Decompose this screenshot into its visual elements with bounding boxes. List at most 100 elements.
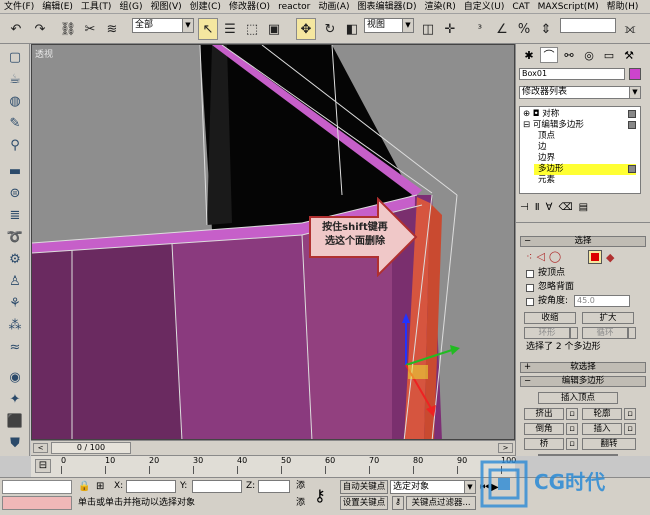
outline-settings-icon[interactable]: ▫ [624,408,636,420]
helix-icon[interactable]: ➰ [5,228,25,246]
shapes-icon[interactable]: ✎ [5,114,25,132]
selection-filter-dropdown[interactable]: 全部 ▼ [132,18,194,33]
rect-selection-icon[interactable]: ⬚ [242,18,262,40]
bind-spacewarp-icon[interactable]: ≋ [102,18,122,40]
add-time-tag[interactable]: 添 [296,480,305,493]
inset-settings-icon[interactable]: ▫ [624,423,636,435]
rotate-icon[interactable]: ↻ [320,18,340,40]
sphere-icon[interactable]: ◍ [5,92,25,110]
auto-key-button[interactable]: 自动关键点 [340,480,388,494]
create-tab-icon[interactable]: ✱ [520,47,538,63]
flip-button[interactable]: 翻转 [582,438,636,450]
rollout-edit-polygons[interactable]: − 编辑多边形 [520,376,646,387]
stack-item-polygon[interactable]: 多边形 [534,164,636,175]
ring-spinner[interactable] [570,327,578,339]
polygon-mode-icon[interactable] [588,250,602,264]
display-tab-icon[interactable]: ▭ [600,47,618,63]
create-icon[interactable]: ▢ [5,48,25,66]
menu-item[interactable]: 视图(V) [146,0,185,14]
modify-tab-icon[interactable]: ⌒ [540,47,558,63]
key-icon[interactable]: ⚷ [314,486,326,505]
y-coord-field[interactable] [192,480,242,493]
wave-icon[interactable]: ≈ [5,338,25,356]
teapot-icon[interactable]: ☕ [5,70,25,88]
named-selection-sets[interactable] [560,18,616,33]
stack-item-element[interactable]: 元素 [538,175,555,186]
track-bar[interactable]: ⊟ 0 10 20 30 40 50 60 70 80 90 100 [31,455,516,477]
extrude-button[interactable]: 挤出 [524,408,564,420]
set-key-button[interactable]: 设置关键点 [340,496,388,510]
link-icon[interactable]: ⛓ [58,18,78,40]
snap-3d-icon[interactable]: ᶟ [470,18,490,40]
menu-item[interactable]: CAT [508,0,533,14]
select-manipulate-icon[interactable]: ✛ [440,18,460,40]
menu-item[interactable]: 创建(C) [186,0,225,14]
edge-mode-icon[interactable]: ◁ [536,250,548,263]
key-filters-button[interactable]: 关键点过滤器... [406,496,476,510]
mirror-icon[interactable]: ⟗ [620,18,640,40]
bevel-settings-icon[interactable]: ▫ [566,423,578,435]
menu-item[interactable]: 图表编辑器(D) [354,0,421,14]
stack-toggle-icon[interactable] [628,165,636,173]
key-mode-dropdown[interactable]: 选定对象 ▼ [390,480,476,494]
maxscript-mini-listener[interactable] [2,496,72,510]
pin-stack-icon[interactable]: ⊣ [520,202,535,213]
hierarchy-tab-icon[interactable]: ⚯ [560,47,578,63]
biped-icon[interactable]: ♙ [5,272,25,290]
frame-indicator[interactable]: 0 / 100 [51,442,131,454]
time-slider[interactable]: < 0 / 100 > [31,440,515,455]
spring-icon[interactable]: ≣ [5,206,25,224]
redo-icon[interactable]: ↷ [30,18,50,40]
helper-icon[interactable]: ⬛ [5,412,25,430]
menu-item[interactable]: reactor [274,0,314,14]
make-unique-icon[interactable]: ∀ [546,202,559,213]
rollout-soft-selection[interactable]: + 软选择 [520,362,646,373]
remove-modifier-icon[interactable]: ⌫ [558,202,578,213]
character-icon[interactable]: ⚘ [5,294,25,312]
next-frame-icon[interactable]: > [498,443,513,453]
menu-item[interactable]: MAXScript(M) [534,0,603,14]
cylinder-icon[interactable]: ⊜ [5,184,25,202]
stack-toggle-icon[interactable] [628,110,636,118]
element-mode-icon[interactable]: ◆ [606,251,614,264]
configure-icon[interactable]: ▤ [579,202,594,213]
key-icon-small[interactable]: ⚷ [392,496,404,510]
by-angle-checkbox[interactable] [526,298,534,306]
menu-item[interactable]: 修改器(O) [225,0,274,14]
stack-item-symmetry[interactable]: ⊕ ◘ 对称 [523,109,559,120]
rollout-selection[interactable]: − 选择 [520,236,646,247]
particles-icon[interactable]: ⁂ [5,316,25,334]
camera-icon[interactable]: ◉ [5,368,25,386]
loop-button[interactable]: 循环 [582,327,628,339]
menu-item[interactable]: 动画(A) [314,0,353,14]
motion-tab-icon[interactable]: ◎ [580,47,598,63]
object-color-swatch[interactable] [629,68,641,80]
select-object-icon[interactable]: ↖ [198,18,218,40]
window-crossing-icon[interactable]: ▣ [264,18,284,40]
stack-item-editable-poly[interactable]: ⊟ 可编辑多边形 [523,120,584,131]
angle-spinner[interactable]: 45.0 [574,295,630,307]
track-view-icon[interactable]: ⊟ [35,459,51,473]
show-end-result-icon[interactable]: Ⅱ [535,202,546,213]
gear-icon[interactable]: ⚙ [5,250,25,268]
vertex-mode-icon[interactable]: ⁖ [526,250,536,263]
move-icon[interactable]: ✥ [296,18,316,40]
stack-item-edge[interactable]: 边 [538,142,547,153]
unlink-icon[interactable]: ✂ [80,18,100,40]
utilities-tab-icon[interactable]: ⚒ [620,47,638,63]
percent-snap-icon[interactable]: % [514,18,534,40]
inset-button[interactable]: 插入 [582,423,622,435]
x-coord-field[interactable] [126,480,176,493]
menu-item[interactable]: 编辑(E) [38,0,77,14]
prev-frame-icon[interactable]: < [33,443,48,453]
maxscript-listener[interactable] [2,480,72,494]
bevel-button[interactable]: 倒角 [524,423,564,435]
angle-snap-icon[interactable]: ∠ [492,18,512,40]
perspective-viewport[interactable]: 透视 按住shift键再 选这个面删除 [31,44,515,440]
ring-button[interactable]: 环形 [524,327,570,339]
border-mode-icon[interactable]: ◯ [549,250,565,263]
modifier-list-dropdown[interactable]: 修改器列表 ▼ [519,86,641,99]
grow-button[interactable]: 扩大 [582,312,634,324]
scale-icon[interactable]: ◧ [342,18,362,40]
stack-item-border[interactable]: 边界 [538,153,555,164]
